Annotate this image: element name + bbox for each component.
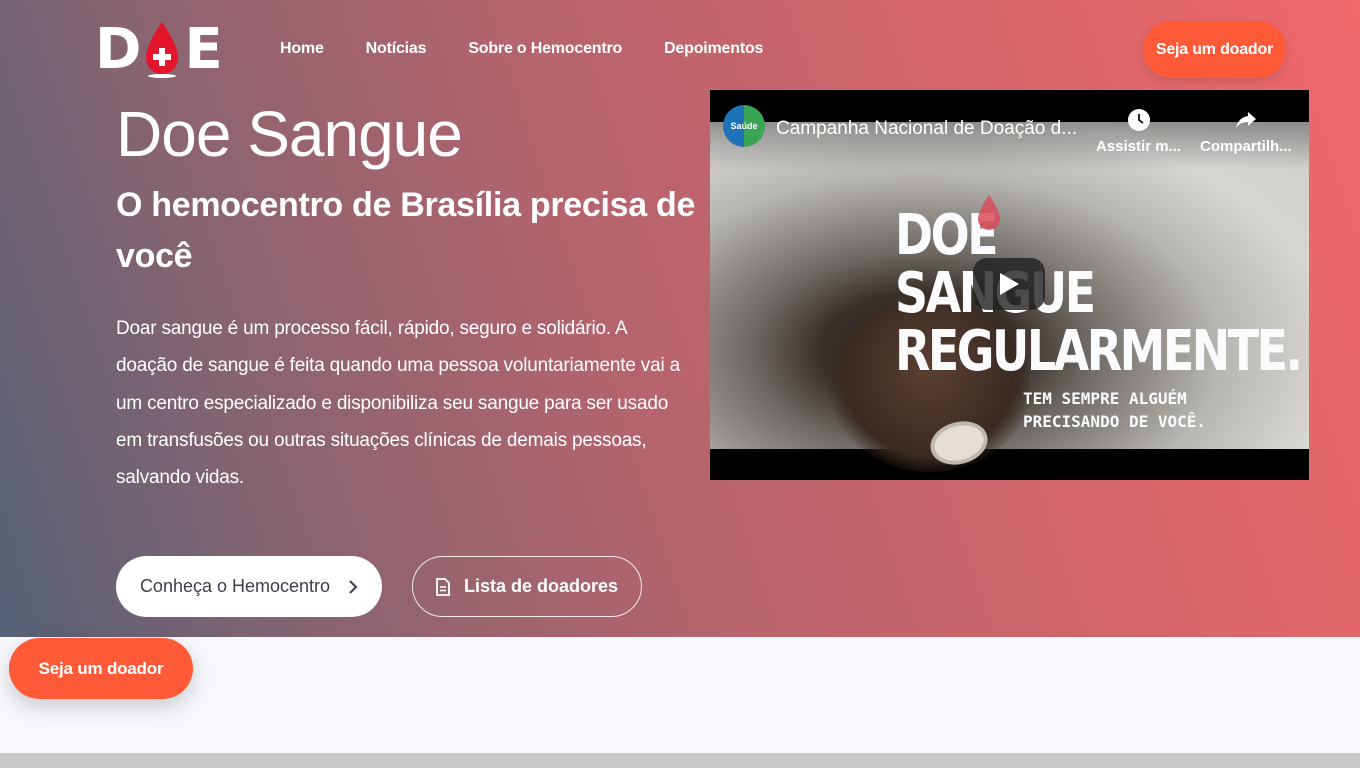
video-player[interactable]: DOE SANGUE REGULARMENTE. TEM SEMPRE ALGU… (710, 90, 1309, 480)
thumbnail-tagline: TEM SEMPRE ALGUÉM PRECISANDO DE VOCÊ. (1023, 389, 1207, 431)
page-subtitle: O hemocentro de Brasília precisa de você (116, 186, 696, 275)
video-title[interactable]: Campanha Nacional de Doação d... (776, 118, 1077, 140)
nav-sobre-hemocentro[interactable]: Sobre o Hemocentro (468, 40, 622, 58)
share-icon (1235, 112, 1256, 129)
nav-home[interactable]: Home (280, 40, 324, 58)
logo-letter-e: E (184, 17, 222, 82)
thumbnail-headline: DOE SANGUE REGULARMENTE. (895, 203, 1303, 384)
share-button[interactable]: Compartilh... (1200, 108, 1292, 155)
share-label: Compartilh... (1200, 138, 1292, 155)
conheca-hemocentro-label: Conheça o Hemocentro (139, 576, 331, 596)
floating-donor-button[interactable]: Seja um doador (9, 638, 193, 699)
play-button[interactable] (973, 258, 1045, 310)
logo[interactable]: D E (95, 17, 223, 82)
hero-description: Doar sangue é um processo fácil, rápido,… (116, 318, 680, 489)
watch-later-label: Assistir m... (1096, 138, 1182, 155)
bottom-divider (0, 753, 1360, 768)
conheca-hemocentro-button[interactable]: Conheça o Hemocentro (116, 556, 382, 617)
blood-drop-icon (978, 195, 1000, 230)
header-donor-button[interactable]: Seja um doador (1143, 21, 1286, 78)
lista-doadores-label: Lista de doadores (463, 576, 619, 596)
channel-avatar[interactable]: Saúde (723, 105, 765, 147)
main-nav: Home Notícias Sobre o Hemocentro Depoime… (280, 40, 805, 58)
lista-doadores-button[interactable]: Lista de doadores (412, 556, 642, 617)
nav-noticias[interactable]: Notícias (366, 40, 427, 58)
blood-drop-cross-icon (146, 22, 179, 78)
logo-letter-d: D (95, 17, 141, 82)
watch-later-button[interactable]: Assistir m... (1096, 108, 1181, 155)
hero-section: D E Home Notícias Sobre o Hemocentro Dep… (0, 0, 1360, 637)
page-title: Doe Sangue (116, 98, 463, 170)
chevron-right-icon (349, 579, 358, 594)
clock-icon (1127, 109, 1150, 131)
document-icon (436, 577, 450, 596)
nav-depoimentos[interactable]: Depoimentos (664, 40, 763, 58)
play-icon (1000, 273, 1019, 295)
